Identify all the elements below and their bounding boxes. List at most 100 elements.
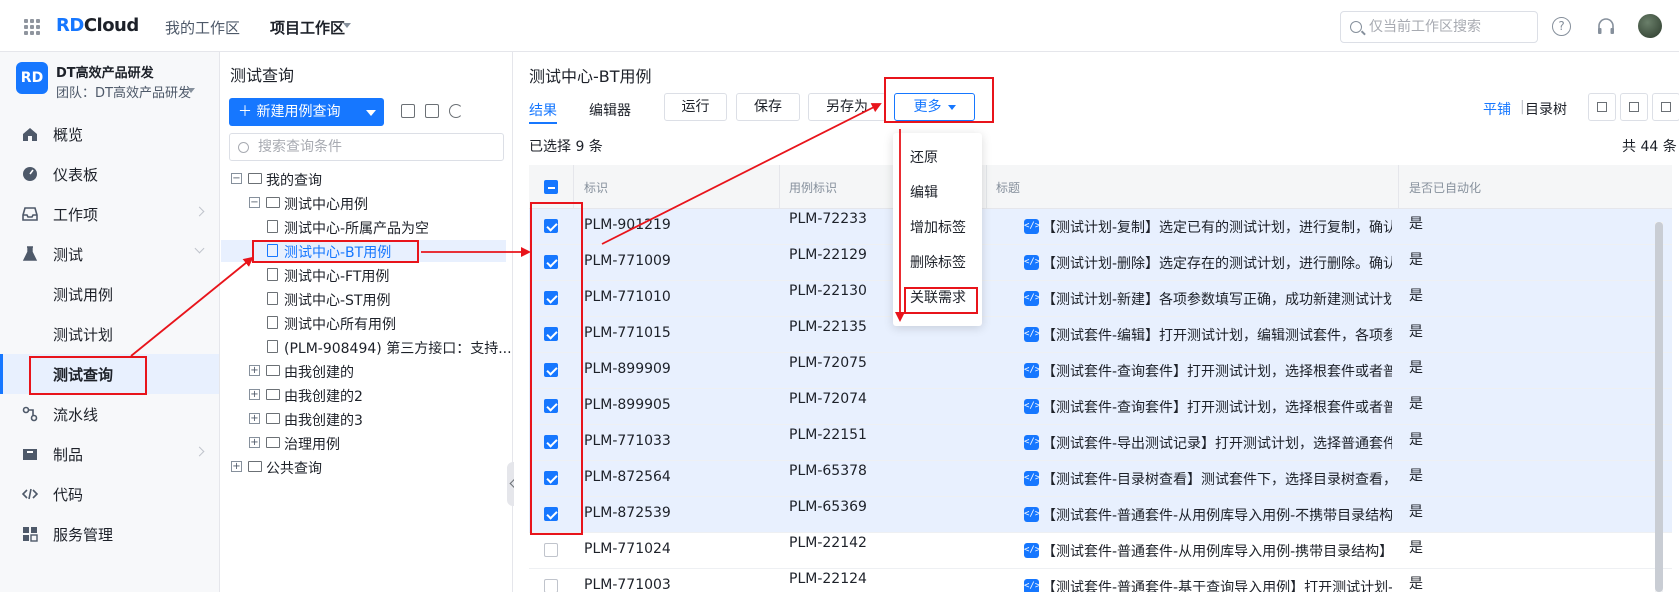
table-row[interactable]: PLM-899909 PLM-72075 </> 【测试套件-查询套件】打开测试计划，…	[529, 353, 1672, 389]
column-header-title[interactable]: 标题	[996, 179, 1020, 196]
sort-button[interactable]	[1620, 93, 1648, 121]
menu-item-add-tag[interactable]: 增加标签	[910, 217, 966, 237]
nav-project-workspace[interactable]: 项目工作区	[270, 17, 345, 38]
sidebar-item-service-management[interactable]: 服务管理	[0, 514, 219, 554]
cell-title[interactable]: 【测试套件-查询套件】打开测试计划，选择根套件或者普...	[1042, 361, 1392, 381]
sidebar-item-artifacts[interactable]: 制品	[0, 434, 219, 474]
tree-node-query[interactable]: 测试中心-ST用例	[221, 288, 506, 310]
tree-node-my-queries[interactable]: − 我的查询	[221, 168, 506, 190]
team-switcher[interactable]: 团队：DT高效产品研发	[56, 82, 191, 101]
table-row[interactable]: PLM-899905 PLM-72074 </> 【测试套件-查询套件】打开测试计划，…	[529, 389, 1672, 425]
cell-id[interactable]: PLM-899909	[584, 361, 769, 377]
cell-case-id[interactable]: PLM-72075	[789, 355, 979, 371]
tree-node-query[interactable]: (PLM-908494) 第三方接口：支持...	[221, 336, 512, 358]
workspace-search-input[interactable]	[1369, 16, 1529, 38]
save-as-button[interactable]: 另存为	[808, 93, 886, 121]
sidebar-item-pipeline[interactable]: 流水线	[0, 394, 219, 434]
expand-toggle-icon[interactable]: +	[249, 389, 260, 400]
sidebar-item-test-plans[interactable]: 测试计划	[0, 314, 219, 354]
tree-node-created-by-me[interactable]: + 由我创建的	[221, 360, 506, 382]
cell-id[interactable]: PLM-901219	[584, 217, 769, 233]
expand-all-icon[interactable]	[401, 104, 415, 118]
expand-toggle-icon[interactable]: +	[249, 437, 260, 448]
cell-case-id[interactable]: PLM-22142	[789, 535, 979, 551]
cell-id[interactable]: PLM-771003	[584, 577, 769, 592]
team-logo[interactable]: RD	[16, 62, 48, 94]
table-row[interactable]: PLM-872564 PLM-65378 </> 【测试套件-目录树查看】测试套件下，…	[529, 461, 1672, 497]
save-button[interactable]: 保存	[736, 93, 800, 121]
rdcloud-logo[interactable]: RDCloud	[56, 15, 139, 36]
tree-node-query[interactable]: 测试中心所有用例	[221, 312, 506, 334]
view-flat-toggle[interactable]: 平铺	[1483, 99, 1511, 119]
tree-node-created-by-me-3[interactable]: + 由我创建的3	[221, 408, 506, 430]
table-row[interactable]: PLM-872539 PLM-65369 </> 【测试套件-普通套件-从用例库导入用…	[529, 497, 1672, 533]
cell-id[interactable]: PLM-771015	[584, 325, 769, 341]
cell-id[interactable]: PLM-771033	[584, 433, 769, 449]
collapse-all-icon[interactable]	[425, 104, 439, 118]
tree-node-query[interactable]: 测试中心-所属产品为空	[221, 216, 506, 238]
sidebar-item-code[interactable]: 代码	[0, 474, 219, 514]
cell-title[interactable]: 【测试套件-普通套件-从用例库导入用例-不携带目录结构...	[1042, 505, 1392, 525]
tab-results[interactable]: 结果	[529, 100, 557, 120]
row-checkbox[interactable]	[544, 543, 558, 557]
expand-toggle-icon[interactable]: +	[231, 461, 242, 472]
scrollbar-thumb[interactable]	[1655, 222, 1663, 592]
cell-title[interactable]: 【测试计划-新建】各项参数填写正确，成功新建测试计划。	[1042, 289, 1392, 309]
column-header-automated[interactable]: 是否已自动化	[1409, 179, 1481, 196]
collapse-toggle-icon[interactable]: −	[231, 173, 242, 184]
cell-title[interactable]: 【测试套件-导出测试记录】打开测试计划，选择普通套件...	[1042, 433, 1392, 453]
menu-item-edit[interactable]: 编辑	[910, 182, 938, 202]
query-search-input[interactable]	[258, 137, 488, 157]
table-row[interactable]: PLM-771003 PLM-22124 </> 【测试套件-普通套件-基于查询导入用…	[529, 569, 1672, 592]
column-header-id[interactable]: 标识	[584, 179, 608, 196]
tree-node-governance-cases[interactable]: + 治理用例	[221, 432, 506, 454]
cell-id[interactable]: PLM-771024	[584, 541, 769, 557]
tab-editor[interactable]: 编辑器	[589, 100, 631, 120]
table-row[interactable]: PLM-901219 PLM-72233 </> 【测试计划-复制】选定已有的测试计划…	[529, 209, 1672, 245]
tree-node-test-center-cases[interactable]: − 测试中心用例	[221, 192, 506, 214]
sidebar-item-testing[interactable]: 测试	[0, 234, 219, 274]
tree-node-created-by-me-2[interactable]: + 由我创建的2	[221, 384, 506, 406]
tree-node-public-queries[interactable]: + 公共查询	[221, 456, 506, 478]
tree-node-query[interactable]: 测试中心-FT用例	[221, 264, 506, 286]
table-row[interactable]: PLM-771015 PLM-22135 </> 【测试套件-编辑】打开测试计划，编辑…	[529, 317, 1672, 353]
team-name[interactable]: DT高效产品研发	[56, 62, 154, 81]
cell-title[interactable]: 【测试套件-普通套件-从用例库导入用例-携带目录结构】...	[1042, 541, 1392, 561]
sidebar-item-test-cases[interactable]: 测试用例	[0, 274, 219, 314]
cell-case-id[interactable]: PLM-65369	[789, 499, 979, 515]
chevron-down-icon[interactable]	[187, 88, 195, 93]
cell-case-id[interactable]: PLM-65378	[789, 463, 979, 479]
cell-id[interactable]: PLM-872564	[584, 469, 769, 485]
cell-title[interactable]: 【测试计划-删除】选定存在的测试计划，进行删除。确认...	[1042, 253, 1392, 273]
app-grid-icon[interactable]	[24, 19, 40, 35]
table-row[interactable]: PLM-771010 PLM-22130 </> 【测试计划-新建】各项参数填写正确，…	[529, 281, 1672, 317]
select-all-checkbox[interactable]	[544, 180, 558, 194]
view-tree-toggle[interactable]: 目录树	[1525, 99, 1567, 119]
menu-item-remove-tag[interactable]: 删除标签	[910, 252, 966, 272]
sidebar-item-overview[interactable]: 概览	[0, 114, 219, 154]
collapse-toggle-icon[interactable]: −	[249, 197, 260, 208]
run-button[interactable]: 运行	[664, 93, 727, 121]
cell-title[interactable]: 【测试套件-普通套件-基于查询导入用例】打开测试计划-...	[1042, 577, 1392, 592]
new-query-button[interactable]: ＋ 新建用例查询	[229, 98, 384, 126]
cell-case-id[interactable]: PLM-22151	[789, 427, 979, 443]
workspace-search[interactable]	[1340, 11, 1538, 43]
help-icon[interactable]: ?	[1552, 17, 1571, 36]
cell-title[interactable]: 【测试套件-目录树查看】测试套件下，选择目录树查看，...	[1042, 469, 1392, 489]
sidebar-item-dashboard[interactable]: 仪表板	[0, 154, 219, 194]
nav-my-workspace[interactable]: 我的工作区	[165, 17, 240, 38]
cell-case-id[interactable]: PLM-72074	[789, 391, 979, 407]
table-row[interactable]: PLM-771024 PLM-22142 </> 【测试套件-普通套件-从用例库导入用…	[529, 533, 1672, 569]
column-settings-button[interactable]	[1652, 93, 1679, 121]
refresh-icon[interactable]	[449, 104, 463, 118]
query-search[interactable]	[229, 133, 504, 161]
cell-id[interactable]: PLM-899905	[584, 397, 769, 413]
cell-title[interactable]: 【测试计划-复制】选定已有的测试计划，进行复制，确认...	[1042, 217, 1392, 237]
menu-item-restore[interactable]: 还原	[910, 147, 938, 167]
expand-toggle-icon[interactable]: +	[249, 365, 260, 376]
cell-title[interactable]: 【测试套件-编辑】打开测试计划，编辑测试套件，各项参...	[1042, 325, 1392, 345]
chevron-down-icon[interactable]	[343, 23, 351, 28]
cell-id[interactable]: PLM-771009	[584, 253, 769, 269]
headset-icon[interactable]	[1596, 17, 1616, 37]
table-scrollbar[interactable]	[1655, 222, 1663, 592]
